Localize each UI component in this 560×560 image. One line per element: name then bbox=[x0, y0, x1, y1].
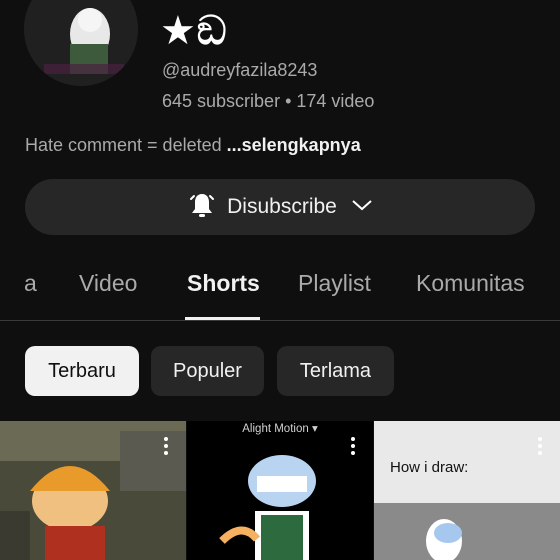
short-thumbnail[interactable] bbox=[0, 421, 186, 560]
chevron-down-icon bbox=[351, 198, 373, 217]
tab-playlist[interactable]: Playlist bbox=[298, 270, 371, 297]
tab-shorts[interactable]: Shorts bbox=[187, 270, 260, 297]
thumbnail-image bbox=[374, 503, 560, 560]
tab-partial[interactable]: a bbox=[24, 270, 37, 297]
subscribed-label: Disubscribe bbox=[227, 195, 337, 218]
channel-description[interactable]: Hate comment = deleted ...selengkapnya bbox=[25, 135, 361, 156]
more-options-icon[interactable] bbox=[537, 437, 543, 458]
more-options-icon[interactable] bbox=[350, 437, 356, 458]
tab-video[interactable]: Video bbox=[79, 270, 137, 297]
chip-terlama[interactable]: Terlama bbox=[277, 346, 394, 396]
active-tab-indicator bbox=[185, 317, 260, 320]
thumbnail-image bbox=[219, 455, 316, 560]
subscribed-button[interactable]: Disubscribe bbox=[25, 179, 535, 235]
show-more-link[interactable]: ...selengkapnya bbox=[227, 135, 361, 155]
short-thumbnail[interactable]: How i draw: bbox=[374, 421, 560, 560]
more-options-icon[interactable] bbox=[163, 437, 169, 458]
bell-icon bbox=[187, 190, 217, 225]
channel-avatar[interactable] bbox=[24, 0, 138, 86]
channel-name: ★ඞ bbox=[160, 8, 228, 54]
channel-stats: 645 subscriber • 174 video bbox=[162, 91, 375, 111]
chip-terbaru[interactable]: Terbaru bbox=[25, 346, 139, 396]
channel-handle: @audreyfazila8243 bbox=[162, 60, 318, 80]
description-text: Hate comment = deleted bbox=[25, 135, 222, 155]
tab-komunitas[interactable]: Komunitas bbox=[416, 270, 525, 297]
thumbnail-image bbox=[0, 421, 186, 560]
avatar-art bbox=[24, 0, 138, 86]
chip-populer[interactable]: Populer bbox=[151, 346, 264, 396]
short-thumbnail[interactable]: Alight Motion ▾ bbox=[187, 421, 373, 560]
channel-tabs: a Video Shorts Playlist Komunitas bbox=[0, 258, 560, 321]
